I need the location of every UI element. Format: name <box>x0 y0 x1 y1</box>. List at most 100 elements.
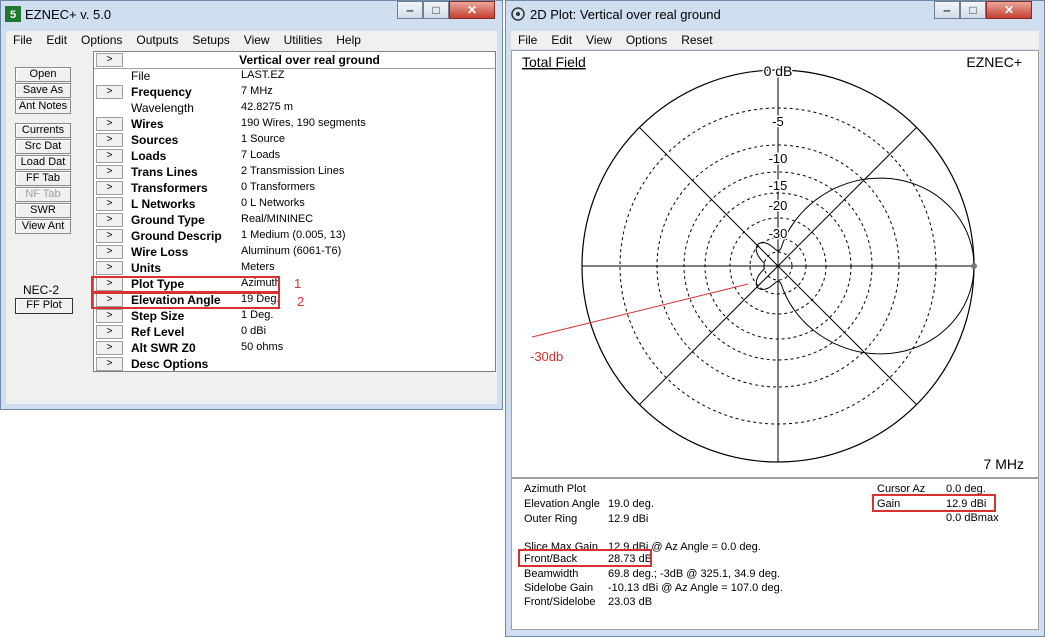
grid-row-trans-lines[interactable]: > Trans Lines 2 Transmission Lines <box>94 164 495 180</box>
antenna-description[interactable]: Vertical over real ground <box>124 53 495 67</box>
row-label: Ref Level <box>131 325 185 339</box>
menu-outputs[interactable]: Outputs <box>129 33 185 47</box>
menu-edit[interactable]: Edit <box>39 33 74 47</box>
grid-row-desc-options[interactable]: > Desc Options <box>94 356 495 372</box>
plot-minimize-button[interactable]: ‒ <box>934 1 960 19</box>
menu-utilities[interactable]: Utilities <box>277 33 330 47</box>
row-value: Meters <box>241 261 275 273</box>
plot-app-icon <box>511 7 525 21</box>
info-label: Sidelobe Gain <box>524 582 594 594</box>
info-value: 69.8 deg.; -3dB @ 325.1, 34.9 deg. <box>608 568 781 580</box>
menu-view[interactable]: View <box>237 33 277 47</box>
grid-row-file[interactable]: File LAST.EZ <box>94 68 495 84</box>
plot-area[interactable]: Total Field EZNEC+ 0 dB -5 -10 -15 -20 -… <box>511 50 1039 478</box>
row-arrow-button[interactable]: > <box>96 85 123 99</box>
row-label: Frequency <box>131 85 192 99</box>
grid-row-transformers[interactable]: > Transformers 0 Transformers <box>94 180 495 196</box>
row-value: 50 ohms <box>241 341 284 353</box>
grid-header: > Vertical over real ground <box>94 52 495 69</box>
main-menubar: File Edit Options Outputs Setups View Ut… <box>6 31 497 49</box>
row-label: Wavelength <box>131 101 194 115</box>
save-as-button[interactable]: Save As <box>15 83 71 98</box>
grid-row-units[interactable]: > Units Meters <box>94 260 495 276</box>
grid-row-loads[interactable]: > Loads 7 Loads <box>94 148 495 164</box>
grid-row-ground-descrip[interactable]: > Ground Descrip 1 Medium (0.005, 13) <box>94 228 495 244</box>
currents-button[interactable]: Currents <box>15 123 71 138</box>
info-label: Azimuth Plot <box>524 483 586 495</box>
grid-row-sources[interactable]: > Sources 1 Source <box>94 132 495 148</box>
row-arrow-button[interactable]: > <box>96 245 123 259</box>
menu-file[interactable]: File <box>6 33 39 47</box>
row-arrow-button[interactable]: > <box>96 165 123 179</box>
row-arrow-button[interactable]: > <box>96 181 123 195</box>
row-arrow-button[interactable]: > <box>96 261 123 275</box>
row-arrow-button[interactable]: > <box>96 117 123 131</box>
grid-row-wires[interactable]: > Wires 190 Wires, 190 segments <box>94 116 495 132</box>
row-arrow-button[interactable]: > <box>96 357 123 371</box>
grid-row-ground-type[interactable]: > Ground Type Real/MININEC <box>94 212 495 228</box>
row-label: Trans Lines <box>131 165 198 179</box>
plot-menu-options[interactable]: Options <box>619 33 674 47</box>
polar-plot[interactable]: Total Field EZNEC+ 0 dB -5 -10 -15 -20 -… <box>512 51 1038 477</box>
grid-row-ref-level[interactable]: > Ref Level 0 dBi <box>94 324 495 340</box>
main-titlebar[interactable]: 5 EZNEC+ v. 5.0 ‒ □ ✕ <box>1 1 502 29</box>
plot-menubar: File Edit View Options Reset <box>511 31 1039 49</box>
row-value: 7 Loads <box>241 149 281 161</box>
load-dat-button[interactable]: Load Dat <box>15 155 71 170</box>
ring-label-15: -15 <box>769 178 788 193</box>
row-arrow-button[interactable]: > <box>96 213 123 227</box>
row-arrow-button[interactable]: > <box>96 133 123 147</box>
ant-notes-button[interactable]: Ant Notes <box>15 99 71 114</box>
row-label: Sources <box>131 133 179 147</box>
row-arrow-button[interactable]: > <box>96 341 123 355</box>
row-value: 7 MHz <box>241 85 273 97</box>
row-label: Loads <box>131 149 167 163</box>
plot-menu-view[interactable]: View <box>579 33 619 47</box>
swr-button[interactable]: SWR <box>15 203 71 218</box>
ff-tab-button[interactable]: FF Tab <box>15 171 71 186</box>
minimize-button[interactable]: ‒ <box>397 1 423 19</box>
ring-label-30: -30 <box>769 226 788 241</box>
grid-row-step-size[interactable]: > Step Size 1 Deg. <box>94 308 495 324</box>
open-button[interactable]: Open <box>15 67 71 82</box>
plot-menu-reset[interactable]: Reset <box>674 33 719 47</box>
engine-label: NEC-2 <box>23 283 60 297</box>
info-right-value: 0.0 dBmax <box>946 512 999 524</box>
menu-options[interactable]: Options <box>74 33 129 47</box>
frequency-label: 7 MHz <box>984 456 1024 472</box>
row-arrow-button[interactable]: > <box>96 325 123 339</box>
row-value: 0 Transformers <box>241 181 315 193</box>
grid-row-l-networks[interactable]: > L Networks 0 L Networks <box>94 196 495 212</box>
close-button[interactable]: ✕ <box>449 1 495 19</box>
row-arrow-button[interactable]: > <box>96 149 123 163</box>
menu-help[interactable]: Help <box>329 33 368 47</box>
cursor-point[interactable] <box>971 263 977 269</box>
main-window-title: EZNEC+ v. 5.0 <box>25 7 112 22</box>
row-value: Aluminum (6061-T6) <box>241 245 342 257</box>
plot-menu-file[interactable]: File <box>511 33 544 47</box>
row-arrow-button[interactable]: > <box>96 309 123 323</box>
row-label: Step Size <box>131 309 185 323</box>
row-value: 2 Transmission Lines <box>241 165 345 177</box>
src-dat-button[interactable]: Src Dat <box>15 139 71 154</box>
grid-row-wavelength[interactable]: Wavelength 42.8275 m <box>94 100 495 116</box>
grid-row-wire-loss[interactable]: > Wire Loss Aluminum (6061-T6) <box>94 244 495 260</box>
info-value: 23.03 dB <box>608 596 653 608</box>
grid-row-alt-swr-z0[interactable]: > Alt SWR Z0 50 ohms <box>94 340 495 356</box>
gain-highlight <box>872 494 996 512</box>
view-ant-button[interactable]: View Ant <box>15 219 71 234</box>
row-label: Units <box>131 261 161 275</box>
ff-plot-button[interactable]: FF Plot <box>15 298 73 314</box>
grid-row-frequency[interactable]: > Frequency 7 MHz <box>94 84 495 100</box>
menu-setups[interactable]: Setups <box>185 33 236 47</box>
row-arrow-button[interactable]: > <box>96 197 123 211</box>
plot-maximize-button[interactable]: □ <box>960 1 986 19</box>
plot-close-button[interactable]: ✕ <box>986 1 1032 19</box>
maximize-button[interactable]: □ <box>423 1 449 19</box>
row-arrow-button[interactable]: > <box>96 229 123 243</box>
plot-titlebar[interactable]: 2D Plot: Vertical over real ground ‒ □ ✕ <box>506 1 1044 29</box>
plot-menu-edit[interactable]: Edit <box>544 33 579 47</box>
row-value: 42.8275 m <box>241 101 293 113</box>
description-arrow-button[interactable]: > <box>96 53 123 67</box>
row-label: Desc Options <box>131 357 209 371</box>
